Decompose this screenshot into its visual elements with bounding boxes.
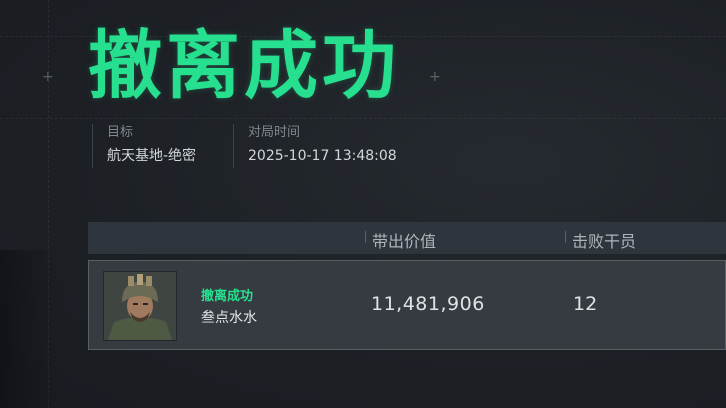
table-header: 带出价值 击败干员 (88, 222, 726, 254)
target-label: 目标 (107, 125, 134, 140)
page-title: 撤离成功 (88, 23, 400, 109)
extracted-value: 11,481,906 (371, 293, 485, 315)
player-name: 叁点水水 (201, 310, 257, 326)
column-header-value: 带出价值 (372, 232, 437, 251)
table-row[interactable]: 撤离成功 叁点水水 11,481,906 12 (88, 260, 726, 350)
grid-line (0, 118, 726, 119)
target-info: 目标 航天基地-绝密 (92, 124, 196, 168)
vignette-shade (0, 250, 60, 408)
match-time-label: 对局时间 (248, 125, 301, 140)
row-status: 撤离成功 (201, 289, 254, 304)
column-divider (365, 231, 366, 243)
kills-count: 12 (573, 293, 598, 315)
crosshair-icon: + (429, 69, 441, 85)
operator-portrait-icon (104, 272, 176, 340)
avatar (103, 271, 177, 341)
match-time-value: 2025-10-17 13:48:08 (248, 148, 397, 164)
column-divider (565, 231, 566, 243)
crosshair-icon: + (42, 69, 54, 85)
column-header-kills: 击败干员 (572, 232, 637, 251)
match-time-info: 对局时间 2025-10-17 13:48:08 (233, 124, 397, 168)
target-value: 航天基地-绝密 (107, 148, 197, 164)
